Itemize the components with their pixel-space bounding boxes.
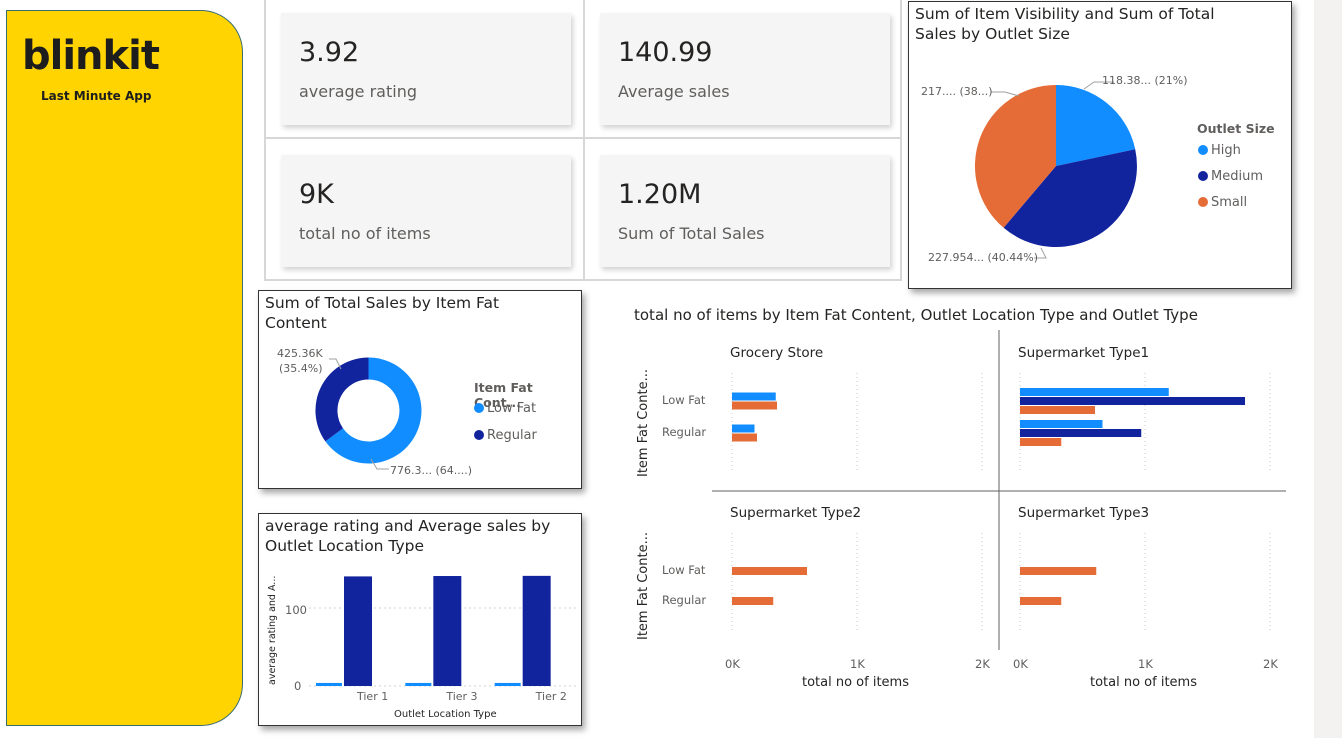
sidebar-panel: blinkit Last Minute App bbox=[6, 10, 243, 726]
facet-chart-title: total no of items by Item Fat Content, O… bbox=[634, 306, 1198, 324]
pie-slices bbox=[974, 84, 1137, 247]
legend-item-high[interactable]: High bbox=[1198, 143, 1241, 158]
kpi-label: average rating bbox=[299, 82, 417, 101]
facet-panel-title: Supermarket Type2 bbox=[730, 505, 862, 521]
kpi-card-average-sales[interactable]: 140.99 Average sales bbox=[600, 13, 890, 125]
x-axis-title: Outlet Location Type bbox=[394, 709, 497, 720]
legend-item-label: Small bbox=[1211, 195, 1248, 210]
facet-panel-title: Supermarket Type3 bbox=[1018, 505, 1150, 521]
category-label-regular: Regular bbox=[662, 593, 707, 607]
category-label-regular: Regular bbox=[662, 425, 707, 439]
x-tick-label: 1K bbox=[1138, 657, 1153, 671]
brand-tagline: Last Minute App bbox=[41, 89, 152, 103]
pie-label-high: 118.38... (21%) bbox=[1102, 74, 1188, 87]
legend-item-label: Regular bbox=[487, 428, 537, 443]
legend-dot-icon bbox=[474, 403, 484, 413]
location-bar-svg bbox=[309, 575, 577, 687]
kpi-card-total-sales[interactable]: 1.20M Sum of Total Sales bbox=[600, 155, 890, 267]
kpi-card-average-rating[interactable]: 3.92 average rating bbox=[281, 13, 571, 125]
facet-y-axis-title: Item Fat Conte... bbox=[636, 369, 651, 477]
kpi-card-total-items[interactable]: 9K total no of items bbox=[281, 155, 571, 267]
facet-bar-p3-regular-s2[interactable] bbox=[1020, 597, 1062, 605]
legend-dot-icon bbox=[1198, 197, 1208, 207]
facet-bar-p1-regular-s1[interactable] bbox=[1020, 429, 1142, 437]
legend-item-small[interactable]: Small bbox=[1198, 195, 1247, 210]
x-tick-label: 2K bbox=[1263, 657, 1278, 671]
x-tick-label: 0K bbox=[1013, 657, 1028, 671]
facet-bar-p3-low-fat-s2[interactable] bbox=[1020, 567, 1097, 575]
legend-dot-icon bbox=[474, 430, 484, 440]
kpi-label: total no of items bbox=[299, 224, 431, 243]
facet-panel-title: Supermarket Type1 bbox=[1018, 345, 1150, 361]
facet-bar-p1-regular-s0[interactable] bbox=[1020, 420, 1103, 428]
brand-logo-text: blinkit bbox=[22, 33, 160, 79]
kpi-divider-horizontal bbox=[266, 137, 900, 139]
kpi-divider-vertical bbox=[583, 0, 585, 279]
vertical-scrollbar[interactable] bbox=[1314, 0, 1342, 738]
facet-bar-p1-low-fat-s2[interactable] bbox=[1020, 406, 1095, 414]
facet-panel-title: Grocery Store bbox=[730, 345, 824, 361]
location-bar-panel[interactable]: average rating and Average sales by Outl… bbox=[258, 513, 582, 726]
facet-bar-p0-low-fat-s0[interactable] bbox=[732, 392, 776, 401]
facet-chart-svg bbox=[712, 330, 1286, 650]
facet-bar-p0-regular-s0[interactable] bbox=[732, 424, 755, 433]
bar-tier-1-s0[interactable] bbox=[316, 682, 342, 686]
bar-tier-3-s1[interactable] bbox=[433, 576, 462, 686]
donut-label-low-fat: 776.3... (64....) bbox=[390, 464, 473, 477]
legend-item-regular[interactable]: Regular bbox=[474, 428, 537, 443]
legend-title: Outlet Size bbox=[1197, 121, 1275, 136]
x-tick-label: 2K bbox=[975, 657, 990, 671]
x-tick-label: 0K bbox=[725, 657, 740, 671]
kpi-value: 140.99 bbox=[618, 37, 713, 68]
facet-y-axis-title: Item Fat Conte... bbox=[636, 532, 651, 640]
legend-dot-icon bbox=[1198, 171, 1208, 181]
facet-bar-p0-regular-s2[interactable] bbox=[732, 433, 757, 442]
facet-bar-p2-low-fat-s2[interactable] bbox=[732, 567, 807, 575]
facet-bar-p1-low-fat-s1[interactable] bbox=[1020, 397, 1245, 405]
dashboard-page: blinkit Last Minute App 3.92 average rat… bbox=[0, 0, 1342, 738]
fat-content-donut-panel[interactable]: Sum of Total Sales by Item Fat Content 4… bbox=[258, 290, 582, 489]
kpi-value: 9K bbox=[299, 179, 334, 210]
bar-tier-1-s1[interactable] bbox=[344, 576, 372, 686]
x-tick-label: 1K bbox=[850, 657, 865, 671]
facet-x-axis-title: total no of items bbox=[1090, 675, 1197, 690]
category-label-low-fat: Low Fat bbox=[662, 563, 706, 577]
legend-dot-icon bbox=[1198, 145, 1208, 155]
pie-label-medium: 227.954... (40.44%) bbox=[928, 251, 1038, 264]
bar-tier-2-s0[interactable] bbox=[494, 682, 521, 686]
donut-slice-regular[interactable] bbox=[315, 357, 369, 442]
leader-line-small bbox=[991, 91, 1020, 97]
donut-label-regular-pct: (35.4%) bbox=[279, 362, 323, 375]
legend-item-low-fat[interactable]: Low Fat bbox=[474, 401, 536, 416]
legend-item-label: Low Fat bbox=[487, 401, 537, 416]
kpi-grid: 3.92 average rating 140.99 Average sales… bbox=[264, 0, 902, 281]
category-label-low-fat: Low Fat bbox=[662, 393, 706, 407]
facet-x-axis-title: total no of items bbox=[802, 675, 909, 690]
x-tick-label: Tier 1 bbox=[357, 690, 389, 703]
x-tick-label: Tier 2 bbox=[535, 690, 567, 703]
kpi-value: 1.20M bbox=[618, 179, 702, 210]
facet-bar-p1-low-fat-s0[interactable] bbox=[1020, 388, 1169, 396]
legend-item-label: Medium bbox=[1211, 169, 1263, 184]
donut-label-regular-value: 425.36K bbox=[277, 347, 323, 360]
facet-bar-p1-regular-s2[interactable] bbox=[1020, 438, 1062, 446]
x-tick-label: Tier 3 bbox=[446, 690, 478, 703]
facet-bar-p0-low-fat-s2[interactable] bbox=[732, 401, 777, 410]
legend-item-label: High bbox=[1211, 143, 1241, 158]
legend-item-medium[interactable]: Medium bbox=[1198, 169, 1263, 184]
pie-label-small: 217.... (38...) bbox=[921, 85, 993, 98]
kpi-value: 3.92 bbox=[299, 37, 360, 68]
bar-tier-2-s1[interactable] bbox=[522, 575, 551, 686]
outlet-size-pie-panel[interactable]: Sum of Item Visibility and Sum of Total … bbox=[908, 1, 1292, 289]
kpi-label: Average sales bbox=[618, 82, 730, 101]
kpi-label: Sum of Total Sales bbox=[618, 224, 765, 243]
facet-bar-p2-regular-s2[interactable] bbox=[732, 597, 774, 605]
bar-tier-3-s0[interactable] bbox=[405, 682, 432, 686]
